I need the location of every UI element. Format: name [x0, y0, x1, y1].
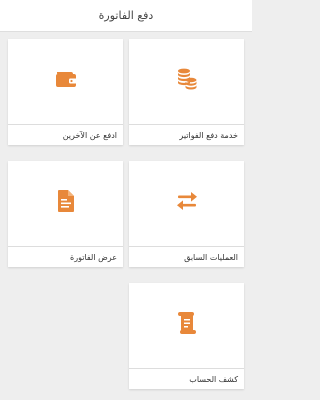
tile-label: خدمة دفع الفواتير — [179, 131, 238, 140]
tile-account-statement[interactable]: كشف الحساب — [129, 283, 244, 389]
tile-label: عرض الفاتورة — [70, 253, 117, 262]
tile-label: كشف الحساب — [189, 375, 238, 384]
wallet-icon — [54, 69, 78, 93]
tile-bill-payment-service[interactable]: خدمة دفع الفواتير — [129, 39, 244, 145]
tile-divider — [129, 124, 244, 125]
tile-divider — [8, 246, 123, 247]
page-title: دفع الفاتورة — [98, 9, 154, 22]
tile-pay-for-others[interactable]: ادفع عن الآخرين — [8, 39, 123, 145]
tile-divider — [129, 368, 244, 369]
transfer-arrows-icon — [175, 191, 199, 215]
receipt-scroll-icon — [176, 311, 198, 339]
tile-previous-transactions[interactable]: العمليات السابق — [129, 161, 244, 267]
tile-label: العمليات السابق — [184, 253, 238, 262]
tile-label: ادفع عن الآخرين — [62, 131, 117, 140]
coins-icon — [176, 67, 198, 95]
tile-divider — [8, 124, 123, 125]
tile-divider — [129, 246, 244, 247]
app-header: دفع الفاتورة — [0, 0, 252, 32]
tile-view-invoice[interactable]: عرض الفاتورة — [8, 161, 123, 267]
invoice-document-icon — [56, 189, 76, 217]
